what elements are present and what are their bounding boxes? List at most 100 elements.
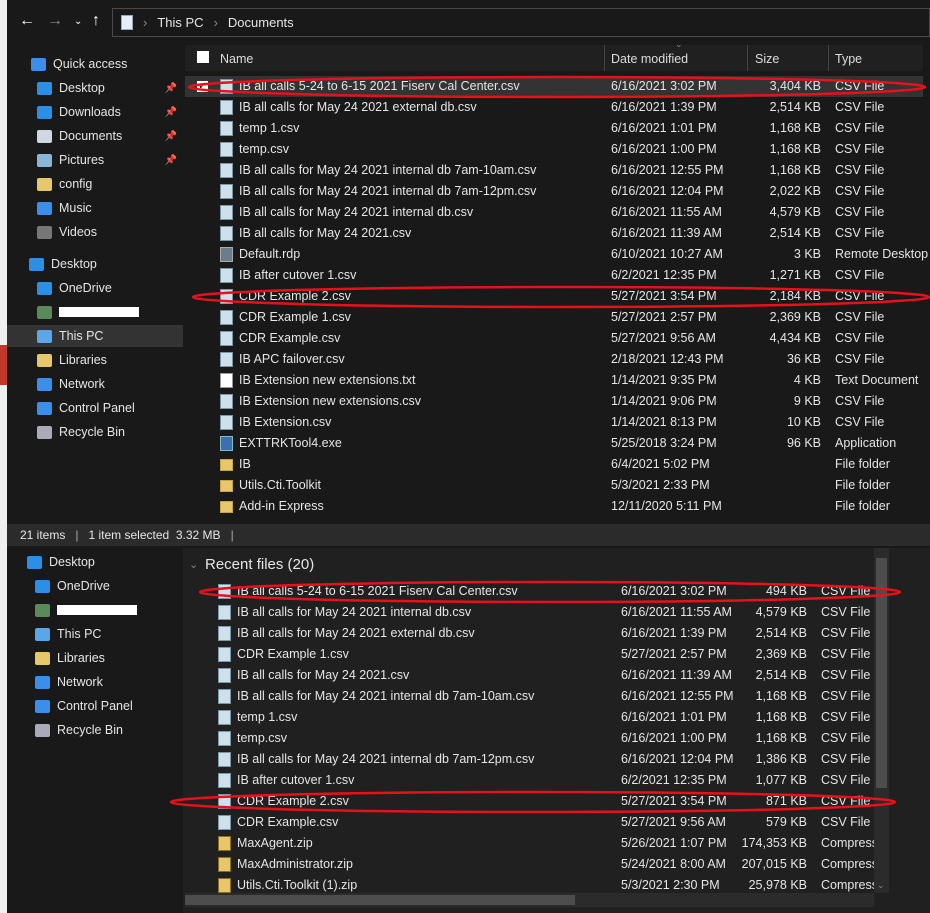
file-date: 5/3/2021 2:30 PM — [621, 878, 720, 892]
sidebar-item-control-panel[interactable]: Control Panel — [7, 397, 183, 419]
recent-locations-chevron-icon[interactable]: ⌄ — [74, 16, 82, 27]
file-row[interactable]: CDR Example 1.csv 5/27/2021 2:57 PM 2,369 … — [185, 644, 874, 665]
select-all-checkbox[interactable] — [197, 51, 209, 63]
file-row[interactable]: temp.csv 6/16/2021 1:00 PM 1,168 KB CSV Fil… — [185, 728, 874, 749]
file-row[interactable]: IB after cutover 1.csv 6/2/2021 12:35 PM 1… — [185, 265, 923, 286]
file-date: 6/2/2021 12:35 PM — [611, 268, 717, 282]
file-row[interactable]: EXTTRKTool4.exe 5/25/2018 3:24 PM 96 KB App… — [185, 433, 923, 454]
sidebar-item-desktop[interactable]: Desktop — [7, 551, 183, 573]
column-name[interactable]: Name — [220, 52, 253, 66]
file-row[interactable]: IB 6/4/2021 5:02 PM File folder — [185, 454, 923, 475]
recent-files-group-header[interactable]: Recent files (20) — [205, 556, 314, 573]
sidebar-item-onedrive[interactable]: OneDrive — [7, 277, 183, 299]
sidebar-item-label: Music — [59, 201, 92, 215]
back-arrow-icon[interactable]: ← — [19, 12, 35, 30]
file-row[interactable]: IB all calls 5-24 to 6-15 2021 Fiserv Ca… — [185, 581, 874, 602]
sidebar-item-onedrive[interactable]: OneDrive — [7, 575, 183, 597]
csv-file-icon — [218, 731, 231, 746]
file-type: CSV File — [821, 605, 871, 619]
column-type[interactable]: Type — [835, 52, 862, 66]
file-row[interactable]: IB Extension.csv 1/14/2021 8:13 PM 10 KB CS… — [185, 412, 923, 433]
horizontal-scrollbar[interactable] — [185, 893, 874, 907]
file-row[interactable]: IB APC failover.csv 2/18/2021 12:43 PM 36 … — [185, 349, 923, 370]
file-row[interactable]: IB all calls for May 24 2021 internal db… — [185, 602, 874, 623]
sidebar-item-documents[interactable]: Documents 📌 — [7, 125, 183, 147]
file-row[interactable]: temp.csv 6/16/2021 1:00 PM 1,168 KB CSV Fil… — [185, 139, 923, 160]
sidebar-item-libraries[interactable]: Libraries — [7, 647, 183, 669]
sidebar-item-downloads[interactable]: Downloads 📌 — [7, 101, 183, 123]
pin-icon[interactable]: 📌 — [165, 107, 177, 118]
file-row[interactable]: CDR Example.csv 5/27/2021 9:56 AM 4,434 KB… — [185, 328, 923, 349]
file-row[interactable]: IB all calls for May 24 2021 external db… — [185, 97, 923, 118]
file-row[interactable]: ✓ IB all calls 5-24 to 6-15 2021 Fiserv C… — [185, 76, 923, 97]
sidebar-item-pictures[interactable]: Pictures 📌 — [7, 149, 183, 171]
sidebar-item-recycle-bin[interactable]: Recycle Bin — [7, 421, 183, 443]
folder-file-icon — [220, 501, 233, 513]
pin-icon[interactable]: 📌 — [165, 131, 177, 142]
collapse-chevron-icon[interactable]: ⌄ — [189, 558, 198, 571]
sidebar-item-libraries[interactable]: Libraries — [7, 349, 183, 371]
computer-icon — [37, 329, 52, 343]
file-row[interactable]: IB Extension new extensions.csv 1/14/2021… — [185, 391, 923, 412]
file-row[interactable]: IB all calls for May 24 2021 internal db… — [185, 181, 923, 202]
sidebar-item-config[interactable]: config — [7, 173, 183, 195]
sidebar-item-this-pc[interactable]: This PC — [7, 623, 183, 645]
file-type: CSV File — [821, 626, 871, 640]
sidebar-item-user[interactable] — [7, 599, 183, 621]
sidebar-item-label: Desktop — [59, 81, 105, 95]
file-row[interactable]: IB all calls for May 24 2021 internal db… — [185, 160, 923, 181]
file-row[interactable]: IB all calls for May 24 2021 external db… — [185, 623, 874, 644]
sidebar-item-desktop[interactable]: Desktop 📌 — [7, 77, 183, 99]
file-type: Compress — [821, 878, 878, 892]
file-name: CDR Example 2.csv — [237, 794, 349, 808]
file-row[interactable]: IB Extension new extensions.txt 1/14/2021… — [185, 370, 923, 391]
user-icon — [37, 305, 52, 319]
file-row[interactable]: CDR Example 2.csv 5/27/2021 3:54 PM 871 KB… — [185, 791, 874, 812]
file-row[interactable]: CDR Example.csv 5/27/2021 9:56 AM 579 KB CS… — [185, 812, 874, 833]
file-name: IB Extension new extensions.csv — [239, 394, 422, 408]
breadcrumb-this-pc[interactable]: This PC — [157, 15, 203, 30]
file-row[interactable]: CDR Example 1.csv 5/27/2021 2:57 PM 2,369 … — [185, 307, 923, 328]
file-row[interactable]: IB all calls for May 24 2021.csv 6/16/202… — [185, 223, 923, 244]
file-row[interactable]: IB all calls for May 24 2021 internal db… — [185, 749, 874, 770]
file-row[interactable]: MaxAgent.zip 5/26/2021 1:07 PM 174,353 KB C… — [185, 833, 878, 854]
file-row[interactable]: Default.rdp 6/10/2021 10:27 AM 3 KB Remote … — [185, 244, 928, 265]
vertical-scrollbar[interactable]: ⌄ — [874, 548, 889, 893]
forward-arrow-icon[interactable]: → — [47, 12, 63, 30]
explorer-window-documents: ← → ⌄ ↑ › This PC › Documents Quick acce… — [7, 0, 930, 546]
sidebar-item-quick-access[interactable]: Quick access — [7, 53, 183, 75]
sidebar-item-control-panel[interactable]: Control Panel — [7, 695, 183, 717]
file-size: 4,579 KB — [755, 605, 807, 619]
sidebar-item-desktop[interactable]: Desktop — [7, 253, 183, 275]
file-row[interactable]: IB all calls for May 24 2021.csv 6/16/202… — [185, 665, 874, 686]
up-arrow-icon[interactable]: ↑ — [92, 12, 100, 30]
column-size[interactable]: Size — [755, 52, 779, 66]
sidebar-item-videos[interactable]: Videos — [7, 221, 183, 243]
file-row[interactable]: MaxAdministrator.zip 5/24/2021 8:00 AM 207… — [185, 854, 878, 875]
row-checkbox[interactable]: ✓ — [197, 81, 208, 92]
sidebar-item-network[interactable]: Network — [7, 373, 183, 395]
file-row[interactable]: temp 1.csv 6/16/2021 1:01 PM 1,168 KB CSV F… — [185, 118, 923, 139]
sidebar-item-user[interactable] — [7, 301, 183, 323]
file-row[interactable]: IB all calls for May 24 2021 internal db… — [185, 202, 923, 223]
address-bar[interactable]: › This PC › Documents — [112, 8, 930, 37]
file-row[interactable]: IB after cutover 1.csv 6/2/2021 12:35 PM 1… — [185, 770, 874, 791]
file-row[interactable]: temp 1.csv 6/16/2021 1:01 PM 1,168 KB CSV F… — [185, 707, 874, 728]
sidebar-item-this-pc[interactable]: This PC — [7, 325, 183, 347]
sidebar-item-music[interactable]: Music — [7, 197, 183, 219]
column-date-modified[interactable]: Date modified — [611, 52, 688, 66]
pin-icon[interactable]: 📌 — [165, 83, 177, 94]
selection-info: 1 item selected 3.32 MB — [88, 528, 221, 542]
file-row[interactable]: IB all calls for May 24 2021 internal db… — [185, 686, 874, 707]
file-size: 1,077 KB — [755, 773, 807, 787]
file-name: IB all calls for May 24 2021 internal db… — [237, 689, 535, 703]
sidebar-item-network[interactable]: Network — [7, 671, 183, 693]
file-row[interactable]: CDR Example 2.csv 5/27/2021 3:54 PM 2,184 … — [185, 286, 923, 307]
file-row[interactable]: Utils.Cti.Toolkit 5/3/2021 2:33 PM File fo… — [185, 475, 923, 496]
navigation-pane: Quick access Desktop 📌 Downloads 📌 Documents 📌… — [7, 45, 183, 524]
file-row[interactable]: Add-in Express 12/11/2020 5:11 PM File fol… — [185, 496, 923, 517]
sidebar-item-recycle-bin[interactable]: Recycle Bin — [7, 719, 183, 741]
breadcrumb-documents[interactable]: Documents — [228, 15, 294, 30]
file-type: CSV File — [821, 773, 871, 787]
pin-icon[interactable]: 📌 — [165, 155, 177, 166]
